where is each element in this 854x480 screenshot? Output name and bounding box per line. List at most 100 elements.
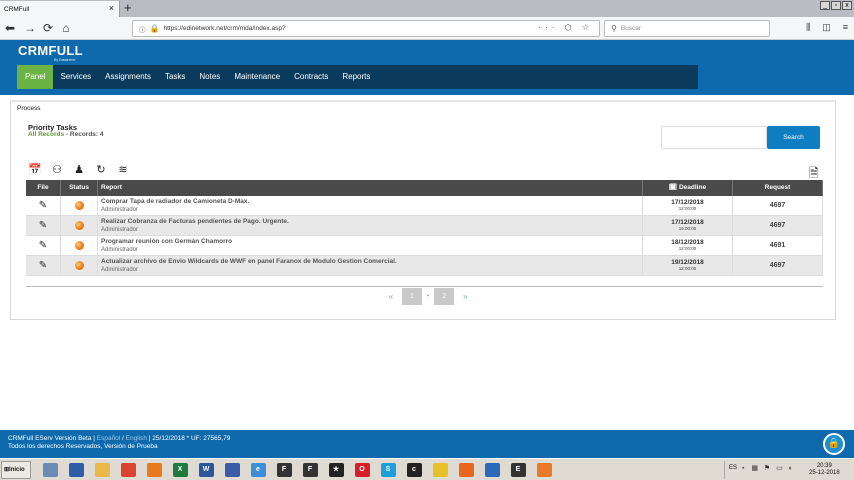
deadline-calendar-icon: 🗓 [668,184,679,191]
page-1-button[interactable]: 1 [402,288,422,305]
table-row[interactable]: ✎ Realizar Cobranza de Facturas pendient… [26,216,823,236]
menu-item-contracts[interactable]: Contracts [287,65,335,89]
office-icon [146,463,162,477]
taskbar-app-button[interactable] [142,461,166,479]
edit-file-icon[interactable]: ✎ [26,256,61,275]
clock-date: 25-12-2018 [809,470,840,476]
taskbar-app-button[interactable] [220,461,244,479]
meeting-icon[interactable]: ⚇ [50,163,64,176]
menu-item-tasks[interactable]: Tasks [158,65,192,89]
deadline-time: 15:00:00 [678,226,697,231]
presenter-icon[interactable]: ♟ [72,163,86,176]
home-icon[interactable]: ⌂ [58,20,74,36]
reload-icon[interactable]: ⟳ [40,20,56,36]
search-button[interactable]: Search [767,126,820,149]
page-actions-icon[interactable]: ··· ⬡ ☆ [538,23,593,32]
menu-icon[interactable]: ≡ [843,22,848,33]
taskbar-app-button[interactable] [90,461,114,479]
taskbar-app-button[interactable]: c [402,461,426,479]
taskbar-app-button[interactable] [116,461,140,479]
logo[interactable]: CRMFULL [18,43,83,58]
minimize-button[interactable]: _ [820,1,830,10]
table-row[interactable]: ✎ Actualizar archivo de Envio Wildcards … [26,256,823,276]
taskbar-app-button[interactable] [532,461,556,479]
header-status[interactable]: Status [61,180,98,196]
taskbar-app-button[interactable]: W [194,461,218,479]
library-icon[interactable]: ⫼ [806,22,810,33]
menu-item-reports[interactable]: Reports [335,65,377,89]
menu-item-notes[interactable]: Notes [192,65,227,89]
page-2-button[interactable]: 2 [434,288,455,305]
taskbar-app-button[interactable]: E [506,461,530,479]
window-close-button[interactable]: x [842,1,852,10]
lang-es-link[interactable]: Español [97,435,121,442]
menu-item-maintenance[interactable]: Maintenance [227,65,287,89]
taskbar-app-button[interactable]: O [350,461,374,479]
records-count: All Records - Records: 4 [28,131,104,138]
deadline-date: 18/12/2018 [671,239,704,246]
edit-file-icon[interactable]: ✎ [26,236,61,255]
taskbar-app-button[interactable] [64,461,88,479]
report-title[interactable]: Actualizar archivo de Envio Wildcards de… [101,258,642,266]
report-cell[interactable]: Comprar Tapa de radiador de Camioneta D-… [98,196,643,215]
star-app-icon: ★ [328,463,344,477]
all-records-link[interactable]: All Records [28,131,64,138]
tray-icons[interactable]: ⋆ ▦ ⚑ ▭ ◐ [741,464,795,472]
table-row[interactable]: ✎ Comprar Tapa de radiador de Camioneta … [26,196,823,216]
taskbar-app-button[interactable] [428,461,452,479]
taskbar-app-button[interactable]: F [272,461,296,479]
forward-icon[interactable]: → [22,20,38,36]
version-text: CRMFull EServ Versión Beta | [8,435,97,442]
sidebar-icon[interactable]: ◫ [822,22,831,33]
process-panel: Process Priority Tasks All Records - Rec… [10,100,836,320]
maximize-button[interactable]: ▫ [831,1,841,10]
taskbar-app-button[interactable] [38,461,62,479]
menu-item-panel[interactable]: Panel [17,65,54,89]
report-cell[interactable]: Realizar Cobranza de Facturas pendientes… [98,216,643,235]
calendar-icon[interactable]: 📅 [28,163,42,176]
report-title[interactable]: Programar reunión con Germán Chamorro [101,238,642,246]
browser-search-input[interactable]: ⚲ Buscar [604,20,770,37]
lang-en-link[interactable]: English [126,435,147,442]
back-icon[interactable]: ⬅ [2,20,18,36]
explorer-icon [42,463,58,477]
info-icon[interactable]: ⓘ [139,24,146,34]
address-bar[interactable]: ⓘ 🔒 https://edinetwork.net/crm/mda/index… [132,20,600,37]
taskbar-app-button[interactable]: S [376,461,400,479]
menu-item-services[interactable]: Services [53,65,98,89]
table-row[interactable]: ✎ Programar reunión con Germán Chamorro … [26,236,823,256]
layers-icon[interactable]: ≋ [116,163,130,176]
start-button[interactable]: ⊞Inicio [1,461,31,479]
search-input[interactable] [661,126,767,149]
edit-file-icon[interactable]: ✎ [26,216,61,235]
report-title[interactable]: Realizar Cobranza de Facturas pendientes… [101,218,642,226]
sync-app-icon [484,463,500,477]
header-request[interactable]: Request [733,180,823,196]
taskbar-app-button[interactable] [454,461,478,479]
browser-tab[interactable]: CRMFull × [0,1,120,17]
taskbar-app-button[interactable]: F [298,461,322,479]
last-page-button[interactable]: » [459,292,471,301]
header-file[interactable]: File [26,180,61,196]
new-tab-button[interactable]: + [124,1,132,15]
report-cell[interactable]: Actualizar archivo de Envio Wildcards de… [98,256,643,275]
menu-item-assignments[interactable]: Assignments [98,65,158,89]
taskbar-app-button[interactable]: e [246,461,270,479]
header-report[interactable]: Report [98,180,643,196]
request-id: 4697 [733,256,823,275]
taskbar-app-button[interactable]: X [168,461,192,479]
browser-tab-strip: CRMFull × + _ ▫ x [0,0,854,17]
report-cell[interactable]: Programar reunión con Germán Chamorro Ad… [98,236,643,255]
lock-fab-button[interactable]: 🔒 [823,433,845,455]
taskbar-app-button[interactable]: ★ [324,461,348,479]
tray-language[interactable]: ES [729,465,737,471]
taskbar-app-button[interactable] [480,461,504,479]
status-cell [61,236,98,255]
refresh-icon[interactable]: ↻ [94,163,108,176]
tray-clock[interactable]: 20:39 25-12-2018 [809,463,840,477]
header-deadline[interactable]: 🗓 Deadline [643,180,733,196]
tab-close-icon[interactable]: × [109,3,114,13]
edit-file-icon[interactable]: ✎ [26,196,61,215]
first-page-button[interactable]: « [385,292,397,301]
report-title[interactable]: Comprar Tapa de radiador de Camioneta D-… [101,198,642,206]
